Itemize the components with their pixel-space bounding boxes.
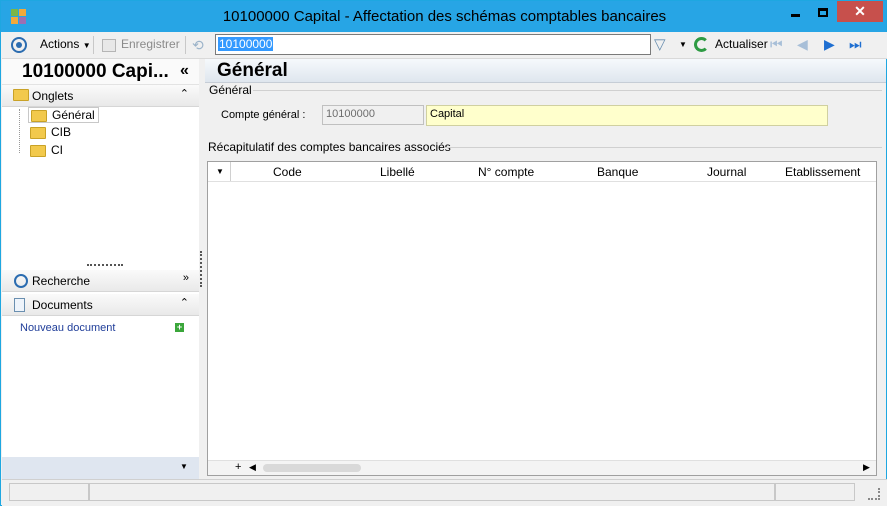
dropdown-arrow-icon: ▼ xyxy=(82,41,91,50)
account-label: Compte général : xyxy=(221,109,306,121)
actions-label: Actions xyxy=(40,37,80,51)
close-button[interactable]: ✕ xyxy=(837,1,883,22)
open-folder-icon xyxy=(31,109,47,122)
scroll-thumb[interactable] xyxy=(263,464,361,472)
column-code[interactable]: Code xyxy=(273,165,302,179)
new-document-link[interactable]: Nouveau document xyxy=(20,322,115,334)
column-journal[interactable]: Journal xyxy=(707,165,746,179)
resize-grip-icon[interactable] xyxy=(868,488,880,500)
record-title: 10100000 Capi... xyxy=(22,61,169,82)
actions-menu[interactable]: Actions ▼ xyxy=(40,37,91,51)
close-icon: ✕ xyxy=(854,3,866,19)
splitter-handle[interactable] xyxy=(87,264,123,266)
account-name-field[interactable]: Capital xyxy=(426,105,828,126)
tab-ci-label: CI xyxy=(51,143,63,157)
toolbar: Actions ▼ Enregistrer ⟲ 10100000 ▽ ▼ Act… xyxy=(2,32,887,59)
next-record-icon[interactable]: ▶ xyxy=(824,36,835,53)
panel-footer: ▼ xyxy=(2,457,199,479)
status-cell xyxy=(9,483,89,501)
documents-section-header[interactable]: Documents ⌃ xyxy=(2,294,199,316)
tab-cib-label: CIB xyxy=(51,125,72,139)
folder-icon xyxy=(13,89,29,101)
column-libelle[interactable]: Libellé xyxy=(380,165,415,179)
separator xyxy=(185,36,186,54)
title-bar: 10100000 Capital - Affectation des schém… xyxy=(1,1,886,32)
search-input[interactable]: 10100000 xyxy=(215,34,651,55)
page-header: Général xyxy=(205,59,886,83)
filter-dropdown-icon[interactable]: ▼ xyxy=(679,40,687,49)
window-title: 10100000 Capital - Affectation des schém… xyxy=(222,8,667,25)
minimize-icon xyxy=(791,13,800,17)
navigation-target-icon[interactable] xyxy=(11,37,27,53)
search-section-header[interactable]: Recherche » xyxy=(2,270,199,292)
minimize-button[interactable] xyxy=(782,2,809,23)
column-banque[interactable]: Banque xyxy=(597,165,638,179)
sync-icon[interactable]: ⟲ xyxy=(192,37,204,54)
main-content: Général Général Compte général : 1010000… xyxy=(205,59,886,479)
collapse-panel-icon[interactable]: « xyxy=(180,62,189,80)
first-record-icon[interactable]: ⏮ xyxy=(770,36,783,53)
chevron-up-icon[interactable]: ⌃ xyxy=(180,296,189,309)
add-row-icon[interactable]: + xyxy=(235,461,241,473)
chevron-up-icon[interactable]: ⌃ xyxy=(180,87,189,100)
left-panel: 10100000 Capi... « Onglets ⌃ Général CIB… xyxy=(2,59,199,479)
chevron-down-icon[interactable]: ▼ xyxy=(180,462,188,471)
add-document-icon[interactable]: + xyxy=(175,323,184,332)
page-title: Général xyxy=(217,60,288,81)
previous-record-icon[interactable]: ◀ xyxy=(797,36,808,53)
header-divider xyxy=(230,162,231,181)
record-header: 10100000 Capi... « xyxy=(2,59,199,85)
status-bar xyxy=(2,479,887,506)
status-cell xyxy=(89,483,775,501)
chevron-down-double-icon[interactable]: » xyxy=(183,272,189,284)
filter-icon[interactable]: ▽ xyxy=(654,35,666,53)
refresh-button[interactable]: Actualiser xyxy=(715,37,768,51)
tabs-section-header[interactable]: Onglets ⌃ xyxy=(2,85,199,107)
panel-splitter[interactable] xyxy=(200,251,202,287)
grid-header: ▼ Code Libellé N° compte Banque Journal … xyxy=(208,162,876,182)
documents-header-label: Documents xyxy=(32,298,93,312)
application-window: 10100000 Capital - Affectation des schém… xyxy=(0,0,887,506)
general-section-label: Général xyxy=(209,83,252,97)
column-chooser-icon[interactable]: ▼ xyxy=(216,167,224,176)
folder-icon xyxy=(30,144,46,157)
search-value: 10100000 xyxy=(218,37,274,51)
folder-icon xyxy=(30,126,46,139)
tree-line xyxy=(19,109,20,153)
column-etablissement[interactable]: Etablissement xyxy=(785,165,860,179)
scroll-right-icon[interactable]: ▶ xyxy=(863,462,870,473)
last-record-icon[interactable]: ⏭ xyxy=(849,36,862,53)
save-icon xyxy=(102,39,116,52)
section-divider xyxy=(253,90,882,91)
save-button[interactable]: Enregistrer xyxy=(121,37,180,51)
tab-ci[interactable]: CI xyxy=(30,143,63,159)
grid-scrollbar[interactable]: + ◀ ▶ xyxy=(208,460,876,475)
document-icon xyxy=(14,298,25,312)
refresh-icon[interactable] xyxy=(694,37,709,52)
bank-accounts-grid: ▼ Code Libellé N° compte Banque Journal … xyxy=(207,161,877,476)
maximize-button[interactable] xyxy=(809,2,836,23)
search-header-label: Recherche xyxy=(32,274,91,288)
tabs-tree: Général CIB CI xyxy=(2,105,199,265)
account-code-field[interactable]: 10100000 xyxy=(322,105,424,125)
separator xyxy=(93,36,94,54)
tab-general[interactable]: Général xyxy=(28,107,99,123)
summary-section-label: Récapitulatif des comptes bancaires asso… xyxy=(208,140,451,154)
search-target-icon xyxy=(14,274,28,288)
section-divider xyxy=(445,147,882,148)
tab-general-label: Général xyxy=(52,108,95,122)
tab-cib[interactable]: CIB xyxy=(30,125,71,141)
status-cell xyxy=(775,483,855,501)
column-numero-compte[interactable]: N° compte xyxy=(478,165,534,179)
scroll-left-icon[interactable]: ◀ xyxy=(249,462,256,473)
maximize-icon xyxy=(817,8,828,17)
tabs-header-label: Onglets xyxy=(32,89,74,103)
